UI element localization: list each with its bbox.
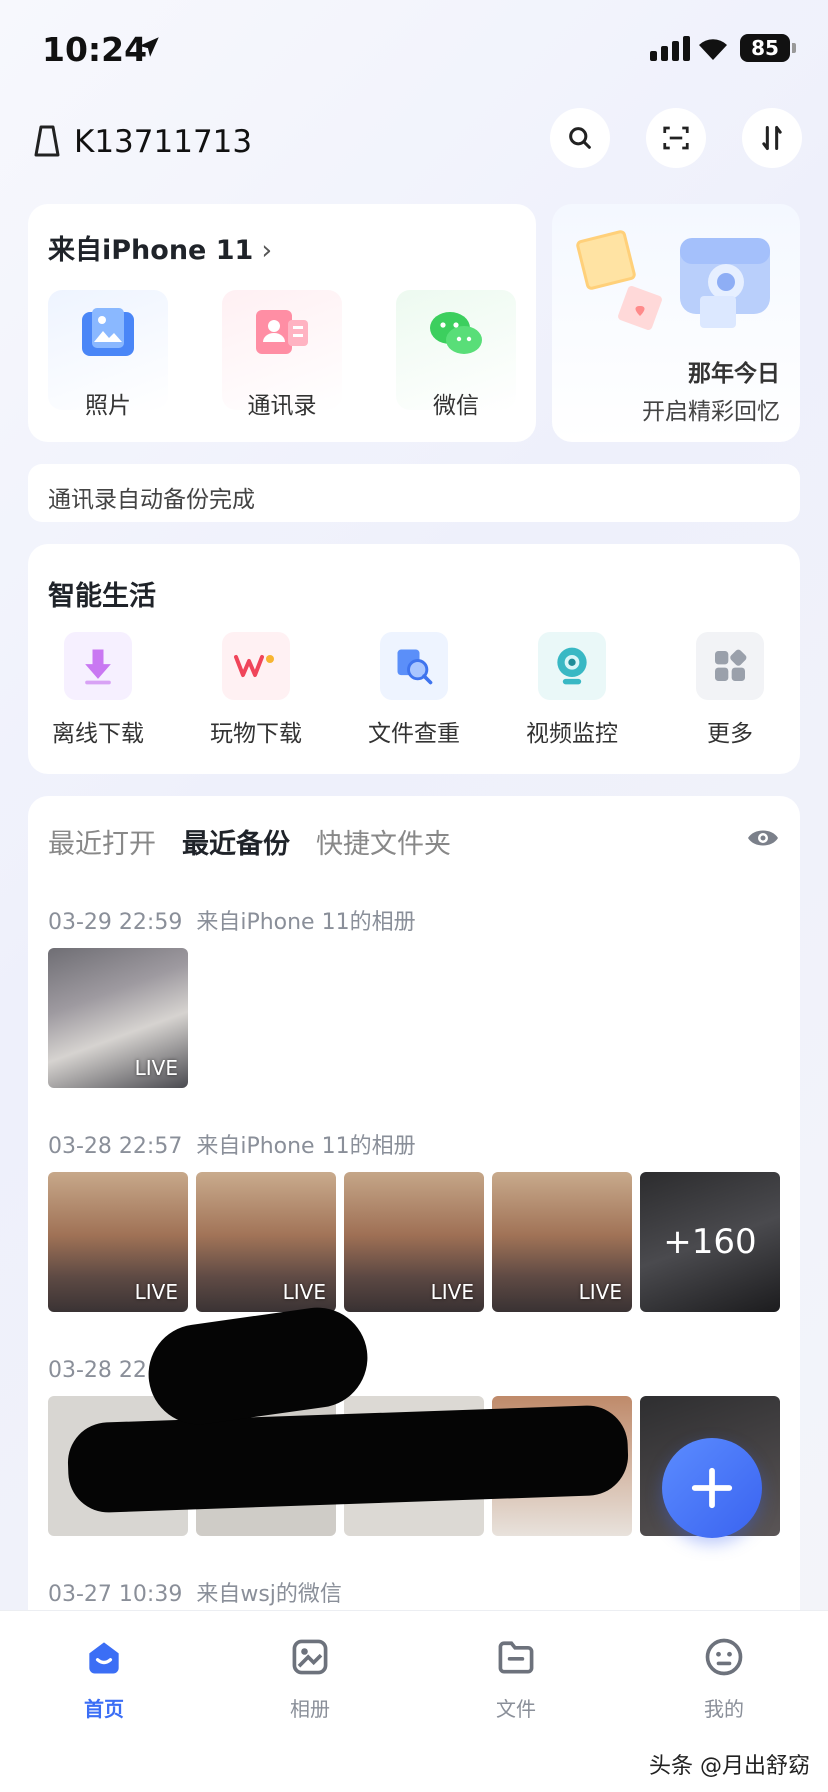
group-date: 03-28 22:57 bbox=[48, 1134, 183, 1159]
wechat-label: 微信 bbox=[433, 393, 479, 419]
nav-album[interactable]: 相册 bbox=[240, 1635, 380, 1722]
tool-video-monitor-label: 视频监控 bbox=[526, 721, 618, 747]
backup-notice-text: 通讯录自动备份完成 bbox=[48, 487, 255, 513]
live-badge: LIVE bbox=[134, 1056, 178, 1080]
profile-icon bbox=[705, 1638, 743, 1676]
more-photos-count: +160 bbox=[663, 1222, 757, 1262]
photo-thumbnail[interactable]: LIVE bbox=[196, 1172, 336, 1312]
wanwu-icon bbox=[222, 632, 290, 700]
tab-quick-folders[interactable]: 快捷文件夹 bbox=[316, 822, 451, 861]
smart-life-card: 智能生活 离线下载 玩物下载 文件查重 视频监控 更多 bbox=[28, 544, 800, 774]
live-badge: LIVE bbox=[578, 1280, 622, 1304]
device-icon bbox=[34, 125, 60, 157]
group-source: 来自iPhone 11的相册 bbox=[196, 1134, 416, 1159]
live-badge: LIVE bbox=[430, 1280, 474, 1304]
stamp-illustration-icon bbox=[576, 230, 770, 330]
group-date: 03-27 10:39 bbox=[48, 1582, 183, 1607]
location-arrow-icon bbox=[139, 37, 159, 57]
battery-cap bbox=[792, 43, 796, 53]
live-badge: LIVE bbox=[282, 1280, 326, 1304]
search-icon bbox=[569, 127, 591, 149]
tool-video-monitor[interactable]: 视频监控 bbox=[502, 632, 642, 748]
photo-icon bbox=[82, 308, 134, 356]
transfer-button[interactable] bbox=[742, 108, 802, 168]
nav-home[interactable]: 首页 bbox=[34, 1635, 174, 1722]
live-badge: LIVE bbox=[134, 1280, 178, 1304]
download-icon bbox=[64, 632, 132, 700]
chevron-right-icon: › bbox=[261, 235, 273, 266]
memories-card[interactable]: 那年今日 开启精彩回忆 bbox=[552, 204, 800, 442]
tool-offline-download[interactable]: 离线下载 bbox=[28, 632, 168, 748]
status-time: 10:24 bbox=[42, 30, 148, 69]
battery-indicator: 85 bbox=[740, 34, 790, 62]
top-header: K13711713 bbox=[0, 108, 828, 174]
home-icon bbox=[89, 1642, 119, 1674]
account-id[interactable]: K13711713 bbox=[74, 124, 252, 160]
group-source: 来自wsj的微信 bbox=[196, 1582, 342, 1607]
tab-recent-opened[interactable]: 最近打开 bbox=[48, 822, 156, 861]
tool-file-dedupe[interactable]: 文件查重 bbox=[344, 632, 484, 748]
add-button[interactable] bbox=[662, 1438, 762, 1538]
album-icon bbox=[292, 1639, 328, 1675]
backup-notice[interactable]: 通讯录自动备份完成 bbox=[28, 464, 800, 522]
eye-icon[interactable] bbox=[746, 826, 780, 850]
contacts-icon bbox=[256, 310, 308, 354]
nav-home-label: 首页 bbox=[84, 1697, 124, 1721]
tool-more[interactable]: 更多 bbox=[660, 632, 800, 748]
memories-title: 那年今日 bbox=[688, 361, 780, 387]
photo-thumbnail[interactable]: LIVE bbox=[48, 948, 188, 1088]
tool-wanwu-download-label: 玩物下载 bbox=[210, 721, 302, 747]
folder-icon bbox=[498, 1641, 534, 1674]
photo-thumbnail[interactable]: LIVE bbox=[492, 1172, 632, 1312]
transfer-icon bbox=[762, 125, 782, 151]
group-date: 03-29 22:59 bbox=[48, 910, 183, 935]
more-photos-tile[interactable]: +160 bbox=[640, 1172, 780, 1312]
plus-icon bbox=[691, 1467, 733, 1509]
nav-files-label: 文件 bbox=[496, 1697, 536, 1721]
scan-icon bbox=[663, 126, 689, 150]
file-search-icon bbox=[380, 632, 448, 700]
recent-tabs: 最近打开 最近备份 快捷文件夹 bbox=[48, 822, 451, 861]
tool-file-dedupe-label: 文件查重 bbox=[368, 721, 460, 747]
photos-entry[interactable]: 照片 bbox=[48, 290, 168, 419]
smart-life-title: 智能生活 bbox=[48, 581, 156, 612]
from-device-title-text: 来自iPhone 11 bbox=[48, 235, 254, 266]
nav-profile[interactable]: 我的 bbox=[654, 1635, 794, 1722]
tool-offline-download-label: 离线下载 bbox=[52, 721, 144, 747]
scan-button[interactable] bbox=[646, 108, 706, 168]
nav-profile-label: 我的 bbox=[704, 1697, 744, 1721]
grid-icon bbox=[696, 632, 764, 700]
group-header: 03-28 22:57 来自iPhone 11的相册 bbox=[48, 1128, 416, 1160]
group-source: 来自iPhone 11的相册 bbox=[196, 910, 416, 935]
group-header: 03-27 10:39 来自wsj的微信 bbox=[48, 1576, 342, 1608]
memories-subtitle: 开启精彩回忆 bbox=[642, 399, 780, 425]
group-header: 03-29 22:59 来自iPhone 11的相册 bbox=[48, 904, 416, 936]
nav-files[interactable]: 文件 bbox=[446, 1635, 586, 1722]
search-button[interactable] bbox=[550, 108, 610, 168]
tab-recent-backup[interactable]: 最近备份 bbox=[182, 822, 290, 861]
contacts-label: 通讯录 bbox=[247, 393, 317, 419]
signal-icon bbox=[650, 36, 690, 61]
camera-icon bbox=[538, 632, 606, 700]
contacts-entry[interactable]: 通讯录 bbox=[222, 290, 342, 419]
from-device-title[interactable]: 来自iPhone 11 › bbox=[48, 228, 272, 267]
group-date: 03-28 22 bbox=[48, 1358, 147, 1383]
watermark: 头条 @月出舒窈 bbox=[649, 1754, 810, 1779]
redaction-scribble bbox=[142, 1301, 374, 1431]
wechat-entry[interactable]: 微信 bbox=[396, 290, 516, 419]
nav-album-label: 相册 bbox=[290, 1697, 330, 1721]
wechat-icon bbox=[430, 312, 482, 354]
photo-thumbnail[interactable]: LIVE bbox=[344, 1172, 484, 1312]
from-device-card: 来自iPhone 11 › 照片 通讯录 微信 bbox=[28, 204, 536, 442]
photo-thumbnail[interactable]: LIVE bbox=[48, 1172, 188, 1312]
status-bar: 10:24 85 bbox=[0, 0, 828, 100]
tool-wanwu-download[interactable]: 玩物下载 bbox=[186, 632, 326, 748]
tool-more-label: 更多 bbox=[707, 721, 753, 747]
photos-label: 照片 bbox=[85, 393, 131, 419]
wifi-icon bbox=[699, 39, 727, 60]
